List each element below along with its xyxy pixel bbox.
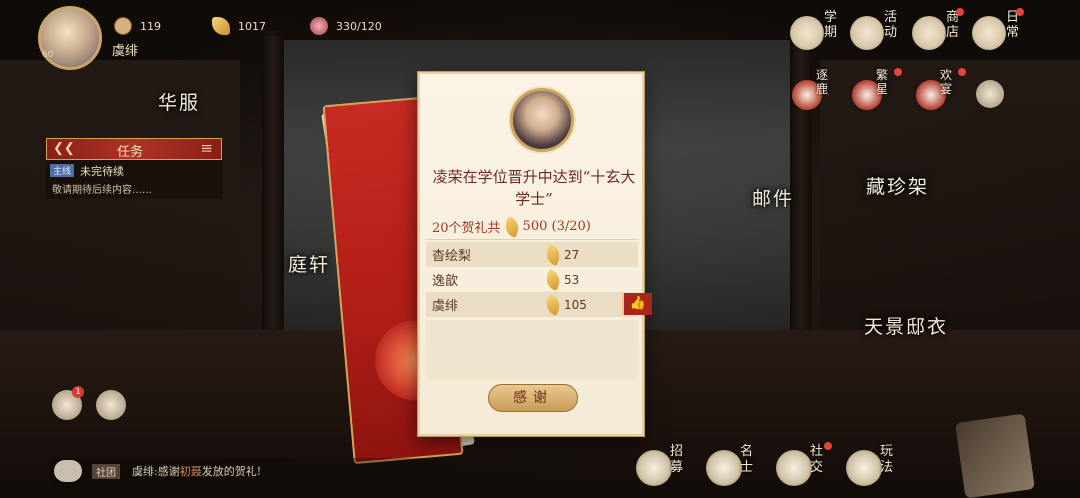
- player-name: 虞绯: [112, 44, 139, 59]
- coin-value: 119: [140, 19, 161, 33]
- task-desc: 敬请期待后续内容……: [52, 185, 152, 196]
- gift-summary-prefix: 20个贺礼共: [432, 221, 501, 236]
- chat-bar[interactable]: 社团 虞绯:感谢初聂发放的贺礼!: [50, 458, 610, 484]
- chat-channel-tag: 社团: [92, 464, 120, 479]
- top-menu-study[interactable]: 学期: [790, 10, 844, 54]
- gift-amount-value: 53: [564, 272, 580, 287]
- scholar-icon: [706, 450, 742, 486]
- chat-bubble-icon[interactable]: [54, 460, 82, 482]
- gift-amount: 105: [542, 293, 587, 316]
- notification-dot: [1016, 8, 1024, 16]
- gift-sender: 虞绯: [432, 299, 459, 314]
- menu-stars[interactable]: 繁星: [852, 68, 902, 112]
- gift-row: 杳绘梨 27: [426, 242, 638, 267]
- character-portrait: [510, 88, 574, 152]
- chat-sender: 虞绯:: [132, 465, 158, 478]
- menu-icon[interactable]: ≡: [200, 139, 213, 157]
- gift-summary-value: 500 (3/20): [522, 219, 591, 234]
- lotus-icon[interactable]: [96, 390, 126, 420]
- book-icon[interactable]: [955, 413, 1035, 498]
- stamina-icon: [310, 17, 328, 35]
- player-level: 60: [42, 50, 54, 60]
- gift-summary: 20个贺礼共 500 (3/20): [426, 214, 638, 240]
- recruit-icon: [636, 450, 672, 486]
- gift-card: 凌荣在学位晋升中达到“十玄大学士” 20个贺礼共 500 (3/20) 杳绘梨 …: [418, 72, 652, 436]
- coin-counter[interactable]: 119: [110, 16, 202, 36]
- top-menu-event[interactable]: 活动: [850, 10, 904, 54]
- scene-label-collection[interactable]: 藏珍架: [866, 172, 929, 199]
- thanks-button[interactable]: 感谢: [488, 384, 578, 412]
- gift-sender: 逸歆: [432, 274, 459, 289]
- event-icon: [850, 16, 884, 50]
- gift-amount-value: 27: [564, 247, 580, 262]
- gift-card-title: 凌荣在学位晋升中达到“十玄大学士”: [432, 168, 636, 208]
- feather-icon: [212, 17, 230, 35]
- task-name: 未完待续: [80, 165, 124, 178]
- feather-icon: [501, 215, 522, 238]
- stamina-value: 330/120: [336, 19, 382, 33]
- flower-icon[interactable]: [976, 80, 1004, 108]
- collapse-arrow-icon[interactable]: ❮❮: [53, 141, 75, 156]
- task-tag: 主线: [50, 164, 75, 177]
- notification-dot: [824, 442, 832, 450]
- notification-dot: [956, 8, 964, 16]
- chat-text-after: 发放的贺礼!: [201, 465, 262, 478]
- daily-icon: [972, 16, 1006, 50]
- bottom-menu-rules[interactable]: 玩法: [846, 440, 902, 492]
- bottom-menu-recruit[interactable]: 招募: [636, 440, 692, 492]
- bottom-menu-label: 名士: [740, 444, 754, 475]
- scene-label-pavilion[interactable]: 庭轩: [288, 250, 330, 277]
- gift-row: 虞绯 105 👍: [426, 292, 652, 317]
- feather-counter[interactable]: 1017: [208, 16, 298, 36]
- chat-highlight: 初聂: [179, 465, 202, 478]
- task-panel-title: 任务: [117, 145, 144, 160]
- notification-count: 1: [72, 386, 84, 398]
- gift-amount: 27: [542, 243, 580, 266]
- study-icon: [790, 16, 824, 50]
- feather-icon: [543, 293, 563, 316]
- menu-chase[interactable]: 逐鹿: [792, 68, 838, 112]
- rules-icon: [846, 450, 882, 486]
- bottom-menu-label: 招募: [670, 444, 684, 475]
- scene-label-costume[interactable]: 华服: [158, 88, 200, 115]
- scene-label-mansion[interactable]: 天景邸衣: [864, 312, 948, 339]
- feather-icon: [543, 243, 563, 266]
- gift-list: 杳绘梨 27 逸歆 53 虞绯 105 👍: [426, 242, 652, 317]
- gift-sender: 杳绘梨: [432, 249, 472, 264]
- feather-value: 1017: [238, 19, 266, 33]
- notification-dot: [958, 68, 966, 76]
- scene-label-mail[interactable]: 邮件: [752, 184, 794, 211]
- menu-feast[interactable]: 欢宴: [916, 68, 966, 112]
- thumbs-up-icon: 👍: [622, 293, 652, 315]
- bottom-menu-label: 玩法: [880, 444, 894, 475]
- gift-amount-value: 105: [564, 297, 587, 312]
- top-menu-label: 学期: [824, 10, 838, 40]
- bottom-menu-scholar[interactable]: 名士: [706, 440, 762, 492]
- shop-icon: [912, 16, 946, 50]
- bottom-menu-label: 社交: [810, 444, 824, 475]
- gift-amount: 53: [542, 268, 580, 291]
- stamina-counter[interactable]: 330/120: [306, 16, 410, 36]
- coin-icon: [114, 17, 132, 35]
- feather-icon: [543, 268, 563, 291]
- top-menu-daily[interactable]: 日常: [972, 8, 1026, 54]
- task-panel-header[interactable]: ❮❮ 任务 ≡: [46, 138, 222, 160]
- top-menu-shop[interactable]: 商店: [912, 8, 966, 54]
- top-hud: 60 虞绯 119 1017 330/120 学期 活动 商店 日常: [0, 0, 1080, 70]
- task-item[interactable]: 主线 未完待续 敬请期待后续内容……: [46, 160, 222, 198]
- gift-row: 逸歆 53: [426, 267, 638, 292]
- bottom-menu-social[interactable]: 社交: [776, 440, 832, 492]
- social-icon: [776, 450, 812, 486]
- top-menu-label: 活动: [884, 10, 898, 40]
- menu-label: 繁星: [876, 68, 889, 96]
- chat-text-before: 感谢: [157, 465, 180, 478]
- gift-list-empty-area: [426, 320, 638, 380]
- player-avatar[interactable]: [38, 6, 102, 70]
- chat-message: 虞绯:感谢初聂发放的贺礼!: [132, 463, 261, 479]
- menu-label: 欢宴: [940, 68, 953, 96]
- notification-dot: [894, 68, 902, 76]
- menu-label: 逐鹿: [816, 68, 829, 96]
